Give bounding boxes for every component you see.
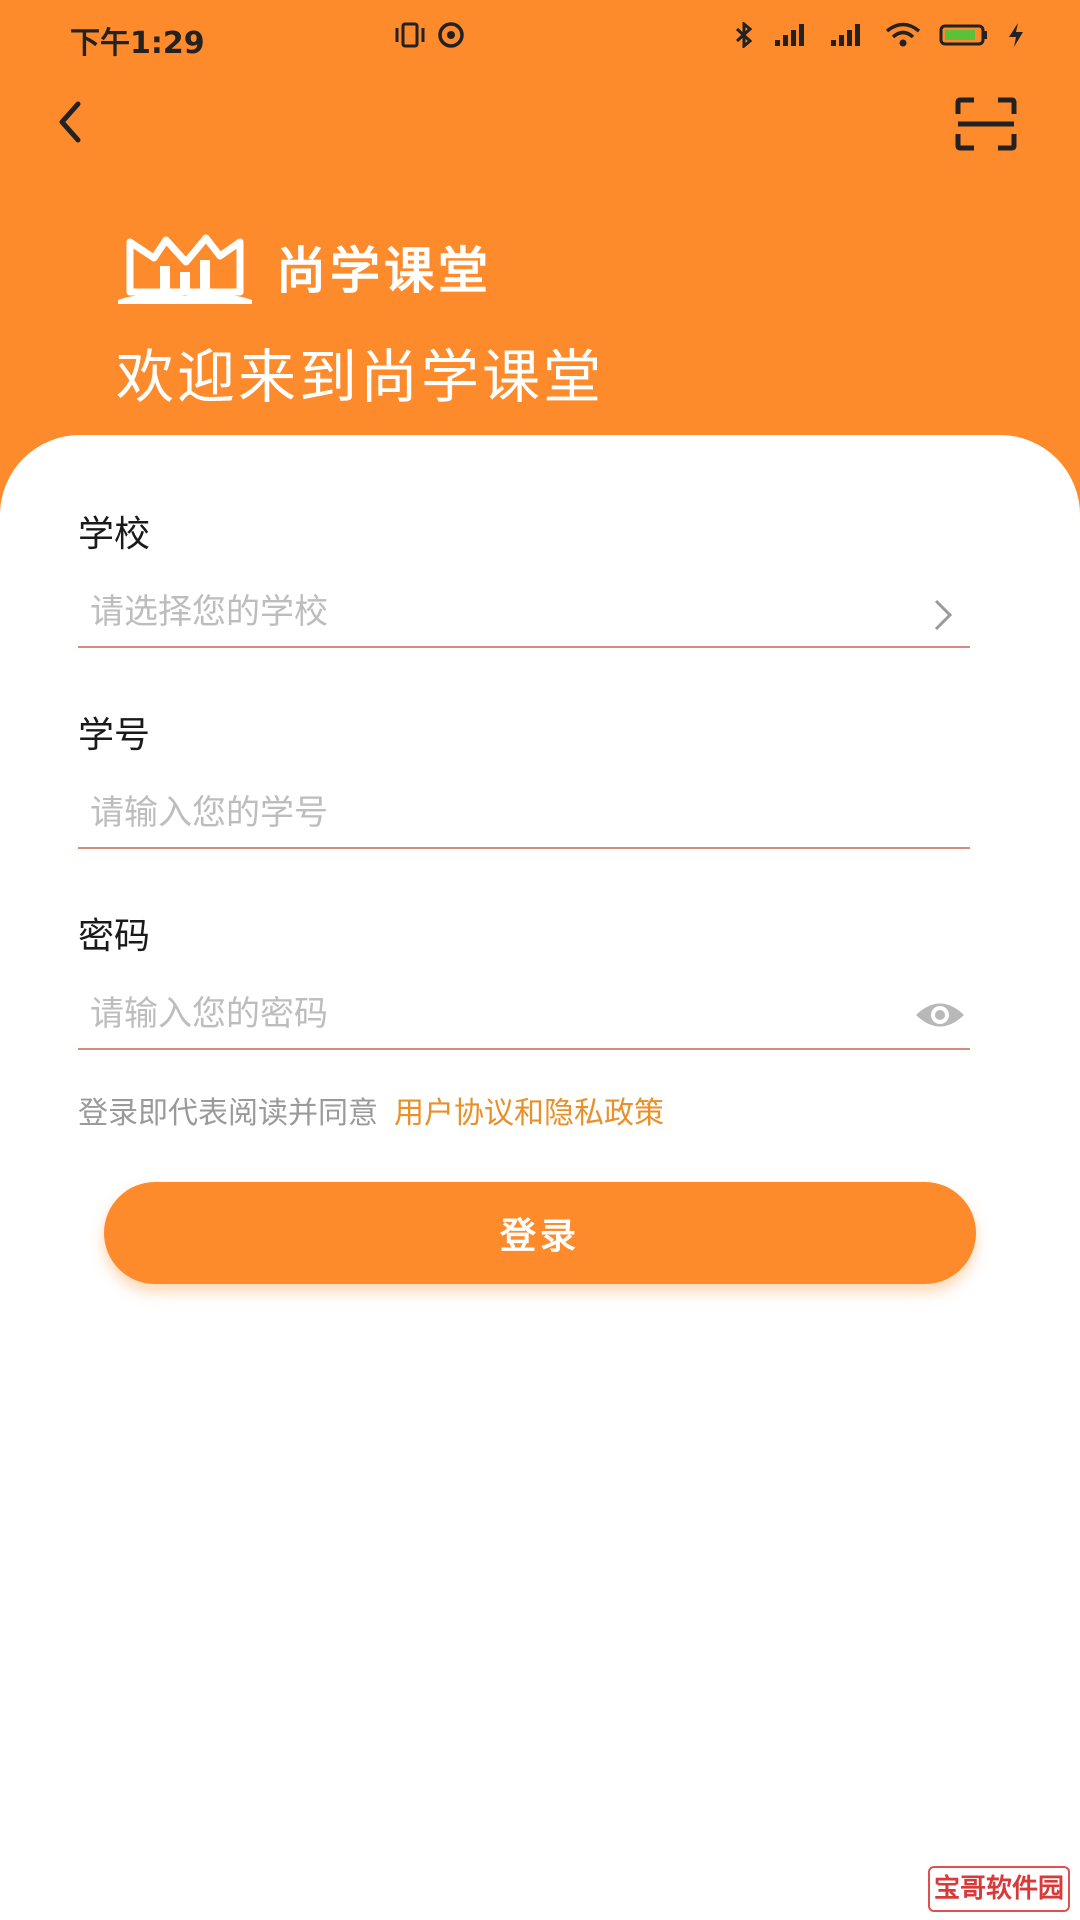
agreement-text: 登录即代表阅读并同意 用户协议和隐私政策 [78,1088,664,1132]
brand-logo-icon [118,234,252,304]
login-card [0,435,1080,1920]
student-id-label: 学号 [78,715,151,756]
bluetooth-icon [735,22,753,48]
password-label: 密码 [78,916,151,957]
status-icons [395,22,1025,48]
signal-icon-2 [831,24,860,46]
status-bar: 下午1:29 [0,0,1080,80]
brand-logo-row: 尚学课堂 [116,230,492,304]
eye-icon[interactable] [914,998,966,1032]
status-time: 下午1:29 [70,26,205,61]
school-label: 学校 [78,514,151,555]
alarm-icon [438,22,464,48]
scan-icon[interactable] [954,96,1018,152]
login-button[interactable]: 登录 [104,1182,976,1284]
wifi-icon [885,22,921,47]
watermark-logo: 宝哥软件园 [928,1866,1070,1912]
password-input[interactable] [78,980,970,1050]
back-icon[interactable] [42,92,102,152]
agreement-link[interactable]: 用户协议和隐私政策 [394,1096,664,1131]
chevron-right-icon[interactable] [928,595,958,635]
student-id-input[interactable] [78,779,970,849]
welcome-title: 欢迎来到尚学课堂 [116,343,605,411]
battery-icon [939,24,987,46]
brand-name: 尚学课堂 [276,242,492,300]
vibrate-icon [395,22,425,48]
agreement-prefix: 登录即代表阅读并同意 [78,1096,378,1131]
signal-icon [775,24,804,46]
charging-icon [1009,23,1023,47]
school-select[interactable] [78,578,970,648]
